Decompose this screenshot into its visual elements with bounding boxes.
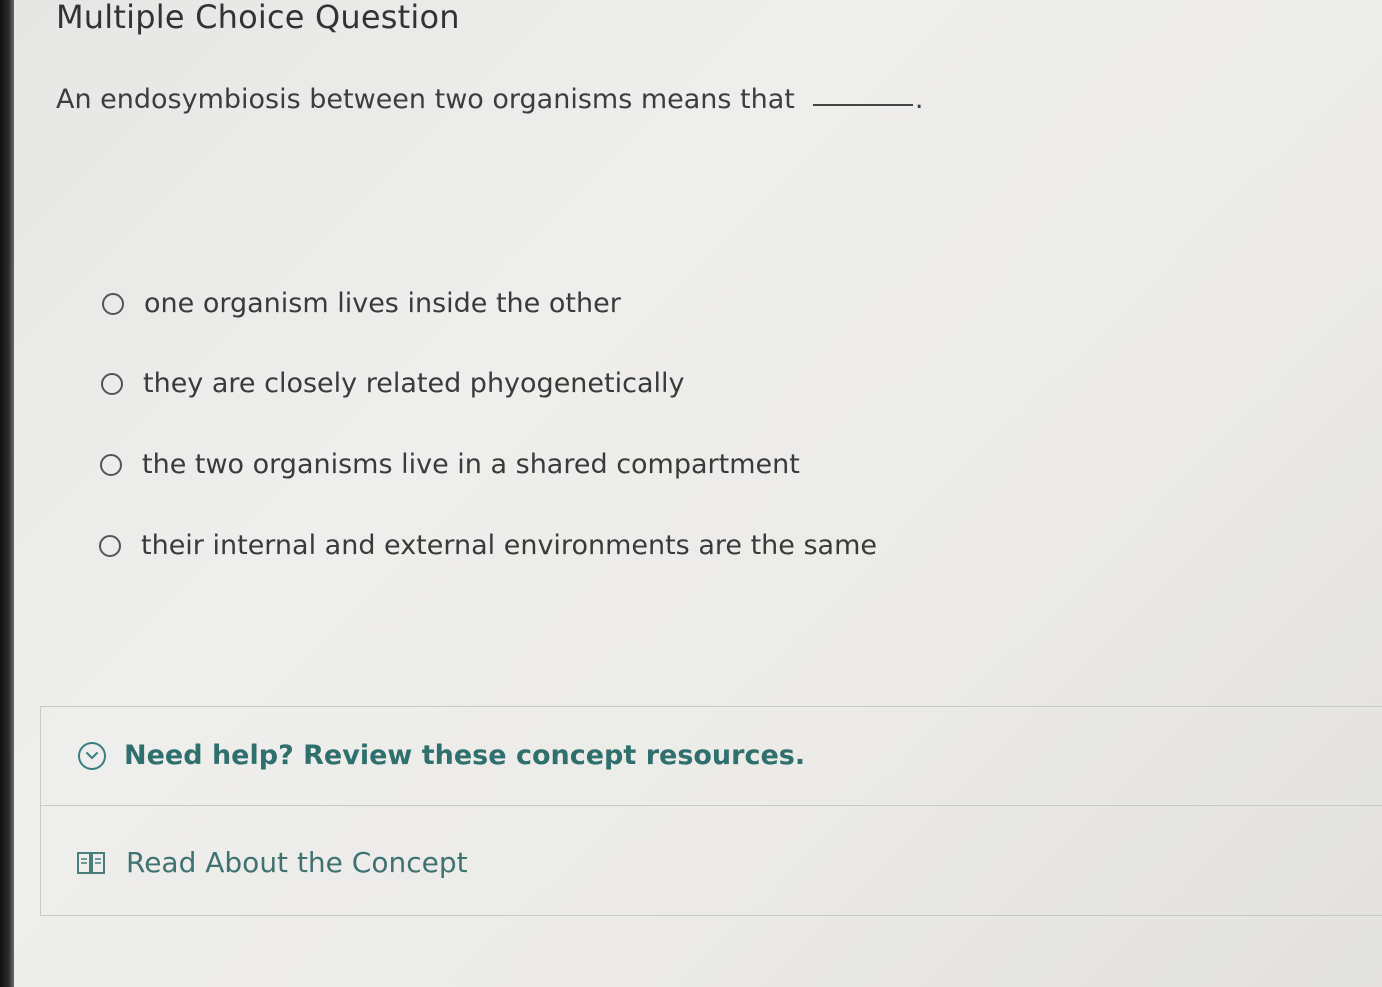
question-prompt-text: An endosymbiosis between two organisms m… <box>56 84 795 115</box>
panel-divider <box>40 805 1382 806</box>
answer-option-label: the two organisms live in a shared compa… <box>142 449 800 480</box>
radio-button[interactable] <box>101 372 123 395</box>
answer-option-label: one organism lives inside the other <box>144 288 621 319</box>
chevron-down-circle-icon[interactable] <box>78 741 106 770</box>
concept-resources-panel <box>40 706 1382 916</box>
question-type-title: Multiple Choice Question <box>56 0 460 36</box>
answer-option-label: they are closely related phyogenetically <box>143 368 685 399</box>
answer-option-2[interactable]: they are closely related phyogenetically <box>101 368 685 399</box>
answer-blank <box>812 104 913 106</box>
answer-option-4[interactable]: their internal and external environments… <box>99 530 877 561</box>
prompt-period: . <box>914 84 924 115</box>
answer-option-3[interactable]: the two organisms live in a shared compa… <box>100 449 800 480</box>
screen-bezel <box>0 0 14 987</box>
question-prompt: An endosymbiosis between two organisms m… <box>56 84 923 115</box>
read-about-concept-link[interactable]: Read About the Concept <box>76 846 468 879</box>
radio-button[interactable] <box>99 534 121 557</box>
book-icon <box>76 850 106 876</box>
concept-resources-toggle[interactable]: Need help? Review these concept resource… <box>78 740 805 771</box>
answer-option-1[interactable]: one organism lives inside the other <box>102 288 621 319</box>
radio-button[interactable] <box>102 292 124 315</box>
answer-option-label: their internal and external environments… <box>141 530 878 561</box>
radio-button[interactable] <box>100 453 122 476</box>
read-about-concept-label[interactable]: Read About the Concept <box>126 846 468 879</box>
concept-resources-header[interactable]: Need help? Review these concept resource… <box>124 740 805 771</box>
